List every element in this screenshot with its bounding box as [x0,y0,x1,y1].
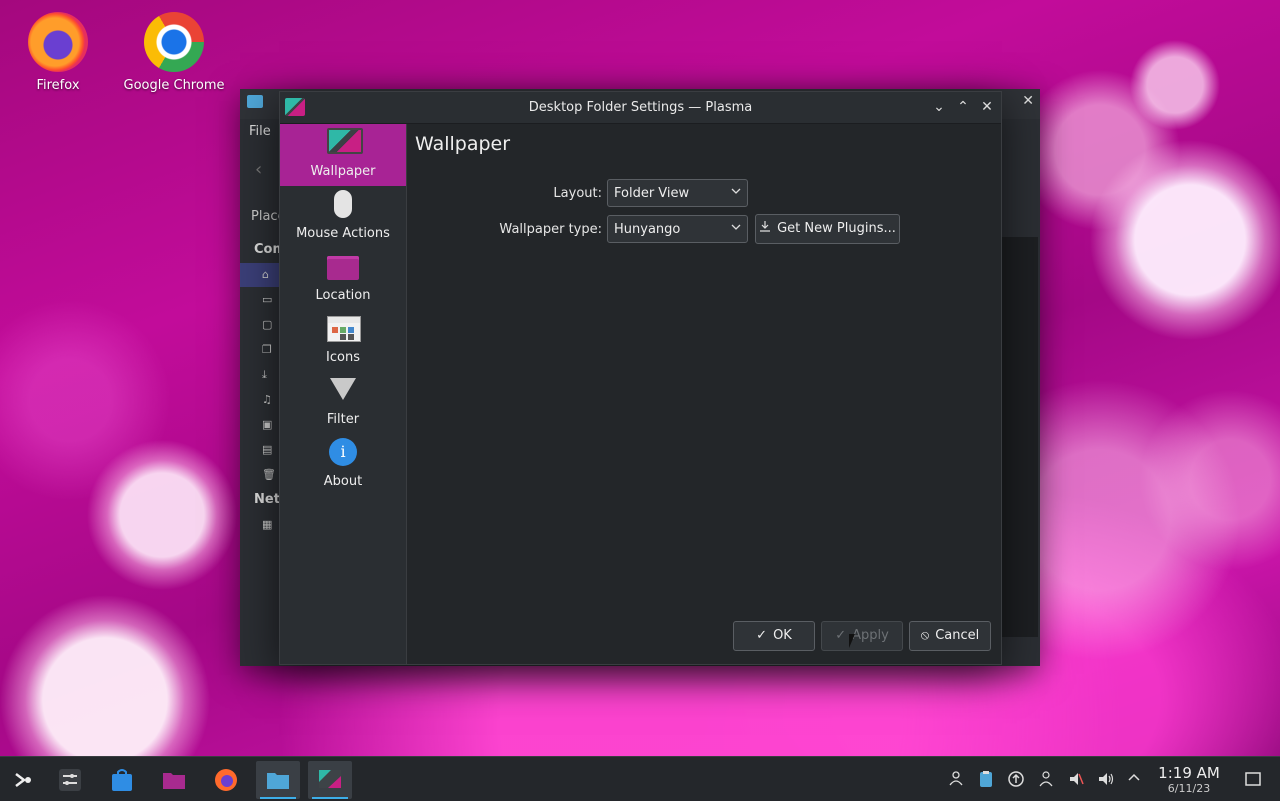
firefox-icon [28,12,88,72]
network-icon[interactable]: ▦ [262,519,274,531]
page-title: Wallpaper [415,133,511,155]
monitor-icon [327,128,363,154]
taskbar: 1:19 AM 6/11/23 [0,756,1280,801]
sidebar-item-mouse-actions[interactable]: Mouse Actions [280,186,406,248]
sidebar-item-icons[interactable]: Icons [280,310,406,372]
clock-time: 1:19 AM [1158,764,1220,782]
digital-clock[interactable]: 1:19 AM 6/11/23 [1150,764,1228,795]
sidebar-item-label: Mouse Actions [296,226,390,241]
home-icon[interactable]: ⌂ [262,269,274,281]
steamdeck-launcher-icon [15,773,31,787]
sidebar-item-wallpaper[interactable]: Wallpaper [280,124,406,186]
documents-icon[interactable]: ❐ [262,344,274,356]
chrome-icon [144,12,204,72]
filter-icon [330,378,356,400]
drive-icon[interactable]: ▢ [262,319,274,331]
maximize-button[interactable]: ⌃ [953,97,973,117]
minimize-button[interactable]: ⌄ [929,97,949,117]
apply-button[interactable]: ✓ Apply [821,621,903,651]
folder-icon [247,95,263,108]
wallpaper-type-dropdown-value: Hunyango [614,222,681,237]
wallpaper-type-label: Wallpaper type: [499,222,602,237]
places-item-home-selected[interactable] [240,263,280,287]
update-icon[interactable] [1007,770,1025,788]
users-switch-icon[interactable] [1037,770,1055,788]
videos-icon[interactable]: ▤ [262,444,274,456]
downloads-icon[interactable]: ⤓ [262,369,274,381]
layout-dropdown-value: Folder View [614,186,690,201]
places-section-network: Net [254,492,280,507]
background-content-area [1000,237,1038,637]
folder-icon [327,256,359,280]
sidebar-item-filter[interactable]: Filter [280,372,406,434]
cancel-button[interactable]: ⦸ Cancel [909,621,991,651]
icons-grid-icon [327,316,361,342]
ok-label: OK [773,628,792,643]
desktop-icon-label: Google Chrome [123,78,225,93]
desktop-icon[interactable]: ▭ [262,294,274,306]
settings-content: Wallpaper Layout: Folder View Wallpaper … [407,124,1001,664]
desktop-icon-chrome[interactable]: Google Chrome [119,12,229,93]
layout-label: Layout: [553,186,602,201]
sidebar-item-about[interactable]: i About [280,434,406,496]
store-bag-icon [112,769,132,791]
folder-icon [267,773,289,789]
close-icon[interactable]: ✕ [1022,93,1034,109]
sidebar-item-label: Icons [326,350,360,365]
dialog-titlebar[interactable]: Desktop Folder Settings — Plasma ⌄ ⌃ ✕ [280,92,1001,124]
taskbar-plasma-settings-window[interactable] [308,761,352,799]
show-desktop-icon[interactable] [1244,770,1262,788]
chevron-down-icon [731,224,741,230]
taskbar-firefox[interactable] [204,761,248,799]
get-new-plugins-button[interactable]: Get New Plugins... [755,214,900,244]
sidebar-item-location[interactable]: Location [280,248,406,310]
music-icon[interactable]: ♫ [262,394,274,406]
firefox-icon [215,769,237,791]
sidebar-item-label: Location [315,288,371,303]
sidebar-item-label: Wallpaper [310,164,376,179]
cancel-label: Cancel [935,628,980,643]
desktop-icon-label: Firefox [36,78,80,93]
settings-sidebar: Wallpaper Mouse Actions Location Icons F… [280,124,407,664]
cancel-icon: ⦸ [920,628,930,643]
user-icon[interactable] [947,770,965,788]
taskbar-file-manager[interactable] [152,761,196,799]
ok-button[interactable]: ✓ OK [733,621,815,651]
wallpaper-type-dropdown[interactable]: Hunyango [607,215,748,243]
plasma-app-icon [319,770,341,788]
info-icon: i [329,438,357,466]
tray-expand-icon[interactable] [1125,770,1143,788]
menu-file[interactable]: File [249,124,271,139]
mouse-icon [334,190,352,218]
sidebar-item-label: Filter [326,412,360,427]
sidebar-item-label: About [323,474,363,489]
check-icon: ✓ [835,628,847,643]
dialog-title: Desktop Folder Settings — Plasma [528,100,753,115]
close-button[interactable]: ✕ [977,97,997,117]
taskbar-discover[interactable] [100,761,144,799]
desktop-folder-settings-dialog[interactable]: Desktop Folder Settings — Plasma ⌄ ⌃ ✕ W… [279,91,1002,665]
desktop-icon-firefox[interactable]: Firefox [3,12,113,93]
back-arrow-icon[interactable]: ‹ [255,159,262,180]
check-icon: ✓ [756,628,768,643]
layout-dropdown[interactable]: Folder View [607,179,748,207]
mouse-cursor [849,634,861,648]
clipboard-icon[interactable] [977,770,995,788]
chevron-down-icon [731,188,741,194]
get-new-plugins-label: Get New Plugins... [777,221,896,236]
download-icon [760,221,771,232]
taskbar-system-settings[interactable] [48,761,92,799]
volume-icon[interactable] [1097,770,1115,788]
pictures-icon[interactable]: ▣ [262,419,274,431]
folder-icon [163,773,185,789]
application-launcher-button[interactable] [0,761,44,799]
microphone-muted-icon[interactable] [1067,770,1085,788]
clock-date: 6/11/23 [1167,782,1211,795]
trash-icon[interactable]: 🗑 [262,469,276,481]
settings-sliders-icon [59,769,81,791]
taskbar-dolphin-window[interactable] [256,761,300,799]
